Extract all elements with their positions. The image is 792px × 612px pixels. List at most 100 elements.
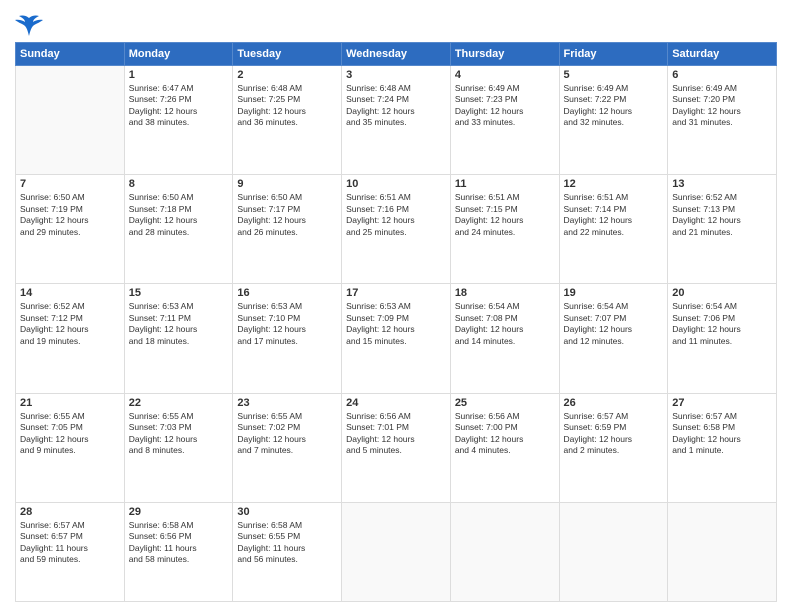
day-number: 30 (237, 506, 337, 518)
day-number: 23 (237, 397, 337, 409)
calendar-cell: 29 Sunrise: 6:58 AM Sunset: 6:56 PM Dayli… (124, 502, 233, 601)
day-number: 13 (672, 178, 772, 190)
day-number: 29 (129, 506, 229, 518)
calendar-cell: 27 Sunrise: 6:57 AM Sunset: 6:58 PM Dayli… (668, 393, 777, 502)
cell-info: Sunrise: 6:55 AM Sunset: 7:02 PM Dayligh… (237, 411, 337, 457)
day-number: 5 (564, 69, 664, 81)
calendar-cell: 4Sunrise: 6:49 AM Sunset: 7:23 PM Daylig… (450, 66, 559, 175)
cell-info: Sunrise: 6:57 AM Sunset: 6:58 PM Dayligh… (672, 411, 772, 457)
weekday-header-thursday: Thursday (450, 43, 559, 66)
calendar-cell: 7 Sunrise: 6:50 AM Sunset: 7:19 PM Daylig… (16, 175, 125, 284)
calendar-cell: 2 Sunrise: 6:48 AM Sunset: 7:25 PM Daylig… (233, 66, 342, 175)
day-number: 24 (346, 397, 446, 409)
day-number: 17 (346, 287, 446, 299)
cell-info: Sunrise: 6:51 AM Sunset: 7:15 PM Dayligh… (455, 192, 555, 238)
day-number: 21 (20, 397, 120, 409)
calendar-cell: 17 Sunrise: 6:53 AM Sunset: 7:09 PM Dayli… (342, 284, 451, 393)
cell-info: Sunrise: 6:56 AM Sunset: 7:00 PM Dayligh… (455, 411, 555, 457)
calendar-cell: 15 Sunrise: 6:53 AM Sunset: 7:11 PM Dayli… (124, 284, 233, 393)
cell-info: Sunrise: 6:51 AM Sunset: 7:14 PM Dayligh… (564, 192, 664, 238)
week-row-1: 1Sunrise: 6:47 AM Sunset: 7:26 PM Daylig… (16, 66, 777, 175)
weekday-header-tuesday: Tuesday (233, 43, 342, 66)
day-number: 14 (20, 287, 120, 299)
calendar-table: SundayMondayTuesdayWednesdayThursdayFrid… (15, 42, 777, 602)
cell-info: Sunrise: 6:57 AM Sunset: 6:59 PM Dayligh… (564, 411, 664, 457)
calendar-cell: 28 Sunrise: 6:57 AM Sunset: 6:57 PM Dayli… (16, 502, 125, 601)
cell-info: Sunrise: 6:48 AM Sunset: 7:24 PM Dayligh… (346, 83, 446, 129)
calendar-cell: 5 Sunrise: 6:49 AM Sunset: 7:22 PM Daylig… (559, 66, 668, 175)
day-number: 6 (672, 69, 772, 81)
calendar-cell: 25Sunrise: 6:56 AM Sunset: 7:00 PM Dayli… (450, 393, 559, 502)
day-number: 8 (129, 178, 229, 190)
cell-info: Sunrise: 6:49 AM Sunset: 7:22 PM Dayligh… (564, 83, 664, 129)
calendar-cell: 23 Sunrise: 6:55 AM Sunset: 7:02 PM Dayli… (233, 393, 342, 502)
calendar-cell: 20 Sunrise: 6:54 AM Sunset: 7:06 PM Dayli… (668, 284, 777, 393)
day-number: 27 (672, 397, 772, 409)
calendar-cell: 10 Sunrise: 6:51 AM Sunset: 7:16 PM Dayli… (342, 175, 451, 284)
week-row-4: 21 Sunrise: 6:55 AM Sunset: 7:05 PM Dayli… (16, 393, 777, 502)
calendar-cell: 21 Sunrise: 6:55 AM Sunset: 7:05 PM Dayli… (16, 393, 125, 502)
calendar-cell: 22 Sunrise: 6:55 AM Sunset: 7:03 PM Dayli… (124, 393, 233, 502)
cell-info: Sunrise: 6:55 AM Sunset: 7:05 PM Dayligh… (20, 411, 120, 457)
calendar-cell: 9 Sunrise: 6:50 AM Sunset: 7:17 PM Daylig… (233, 175, 342, 284)
day-number: 9 (237, 178, 337, 190)
week-row-2: 7 Sunrise: 6:50 AM Sunset: 7:19 PM Daylig… (16, 175, 777, 284)
cell-info: Sunrise: 6:54 AM Sunset: 7:08 PM Dayligh… (455, 301, 555, 347)
day-number: 4 (455, 69, 555, 81)
cell-info: Sunrise: 6:53 AM Sunset: 7:09 PM Dayligh… (346, 301, 446, 347)
cell-info: Sunrise: 6:50 AM Sunset: 7:17 PM Dayligh… (237, 192, 337, 238)
weekday-header-friday: Friday (559, 43, 668, 66)
logo (15, 14, 47, 36)
calendar-cell: 13 Sunrise: 6:52 AM Sunset: 7:13 PM Dayli… (668, 175, 777, 284)
cell-info: Sunrise: 6:54 AM Sunset: 7:06 PM Dayligh… (672, 301, 772, 347)
cell-info: Sunrise: 6:53 AM Sunset: 7:10 PM Dayligh… (237, 301, 337, 347)
cell-info: Sunrise: 6:51 AM Sunset: 7:16 PM Dayligh… (346, 192, 446, 238)
day-number: 12 (564, 178, 664, 190)
calendar-cell (450, 502, 559, 601)
logo-icon (15, 14, 43, 36)
calendar-cell: 12 Sunrise: 6:51 AM Sunset: 7:14 PM Dayli… (559, 175, 668, 284)
weekday-header-row: SundayMondayTuesdayWednesdayThursdayFrid… (16, 43, 777, 66)
day-number: 15 (129, 287, 229, 299)
day-number: 1 (129, 69, 229, 81)
calendar-cell (559, 502, 668, 601)
cell-info: Sunrise: 6:52 AM Sunset: 7:12 PM Dayligh… (20, 301, 120, 347)
calendar-cell: 19Sunrise: 6:54 AM Sunset: 7:07 PM Dayli… (559, 284, 668, 393)
calendar-cell: 30Sunrise: 6:58 AM Sunset: 6:55 PM Dayli… (233, 502, 342, 601)
day-number: 20 (672, 287, 772, 299)
cell-info: Sunrise: 6:57 AM Sunset: 6:57 PM Dayligh… (20, 520, 120, 566)
weekday-header-sunday: Sunday (16, 43, 125, 66)
day-number: 28 (20, 506, 120, 518)
day-number: 10 (346, 178, 446, 190)
cell-info: Sunrise: 6:48 AM Sunset: 7:25 PM Dayligh… (237, 83, 337, 129)
week-row-3: 14 Sunrise: 6:52 AM Sunset: 7:12 PM Dayli… (16, 284, 777, 393)
cell-info: Sunrise: 6:53 AM Sunset: 7:11 PM Dayligh… (129, 301, 229, 347)
cell-info: Sunrise: 6:58 AM Sunset: 6:56 PM Dayligh… (129, 520, 229, 566)
day-number: 11 (455, 178, 555, 190)
cell-info: Sunrise: 6:55 AM Sunset: 7:03 PM Dayligh… (129, 411, 229, 457)
calendar-cell: 11 Sunrise: 6:51 AM Sunset: 7:15 PM Dayli… (450, 175, 559, 284)
day-number: 3 (346, 69, 446, 81)
cell-info: Sunrise: 6:50 AM Sunset: 7:19 PM Dayligh… (20, 192, 120, 238)
weekday-header-monday: Monday (124, 43, 233, 66)
cell-info: Sunrise: 6:50 AM Sunset: 7:18 PM Dayligh… (129, 192, 229, 238)
calendar-cell: 1Sunrise: 6:47 AM Sunset: 7:26 PM Daylig… (124, 66, 233, 175)
cell-info: Sunrise: 6:56 AM Sunset: 7:01 PM Dayligh… (346, 411, 446, 457)
day-number: 19 (564, 287, 664, 299)
header (15, 10, 777, 36)
day-number: 16 (237, 287, 337, 299)
cell-info: Sunrise: 6:52 AM Sunset: 7:13 PM Dayligh… (672, 192, 772, 238)
calendar-cell: 16 Sunrise: 6:53 AM Sunset: 7:10 PM Dayli… (233, 284, 342, 393)
calendar-cell (668, 502, 777, 601)
day-number: 22 (129, 397, 229, 409)
day-number: 2 (237, 69, 337, 81)
week-row-5: 28 Sunrise: 6:57 AM Sunset: 6:57 PM Dayli… (16, 502, 777, 601)
weekday-header-wednesday: Wednesday (342, 43, 451, 66)
page: SundayMondayTuesdayWednesdayThursdayFrid… (0, 0, 792, 612)
calendar-cell: 8 Sunrise: 6:50 AM Sunset: 7:18 PM Daylig… (124, 175, 233, 284)
weekday-header-saturday: Saturday (668, 43, 777, 66)
day-number: 18 (455, 287, 555, 299)
day-number: 7 (20, 178, 120, 190)
calendar-cell (16, 66, 125, 175)
calendar-cell: 26Sunrise: 6:57 AM Sunset: 6:59 PM Dayli… (559, 393, 668, 502)
